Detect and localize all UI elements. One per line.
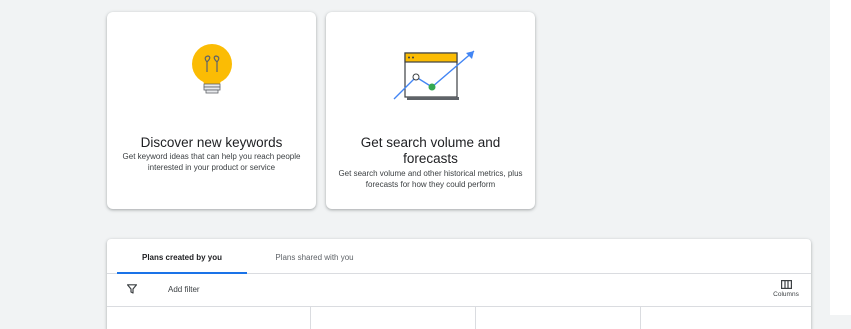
tab-label: Plans shared with you (275, 253, 354, 262)
add-filter-button[interactable]: Add filter (168, 285, 200, 294)
column-divider (475, 307, 476, 329)
search-volume-forecasts-card[interactable]: Get search volume and forecasts Get sear… (326, 12, 535, 209)
columns-label: Columns (773, 291, 799, 298)
filter-icon[interactable] (127, 284, 137, 294)
forecast-chart-icon (393, 50, 475, 100)
lightbulb-icon (192, 44, 232, 94)
column-divider (310, 307, 311, 329)
right-edge-panel (830, 0, 851, 315)
card-description: Get search volume and other historical m… (338, 169, 523, 189)
tab-label: Plans created by you (141, 253, 223, 262)
plans-panel: Plans created by you Plans shared with y… (107, 239, 811, 329)
card-title: Get search volume and forecasts (360, 135, 501, 166)
tab-plans-shared-with-you[interactable]: Plans shared with you (257, 239, 372, 273)
discover-keywords-card[interactable]: Discover new keywords Get keyword ideas … (107, 12, 316, 209)
card-title: Discover new keywords (140, 135, 283, 150)
filter-toolbar: Add filter Columns (107, 274, 811, 307)
card-description: Get keyword ideas that can help you reac… (122, 152, 301, 172)
columns-button[interactable]: Columns (769, 280, 803, 302)
plans-tabs: Plans created by you Plans shared with y… (107, 239, 811, 274)
tab-plans-created-by-you[interactable]: Plans created by you (117, 239, 247, 274)
column-divider (640, 307, 641, 329)
columns-icon (780, 280, 792, 289)
